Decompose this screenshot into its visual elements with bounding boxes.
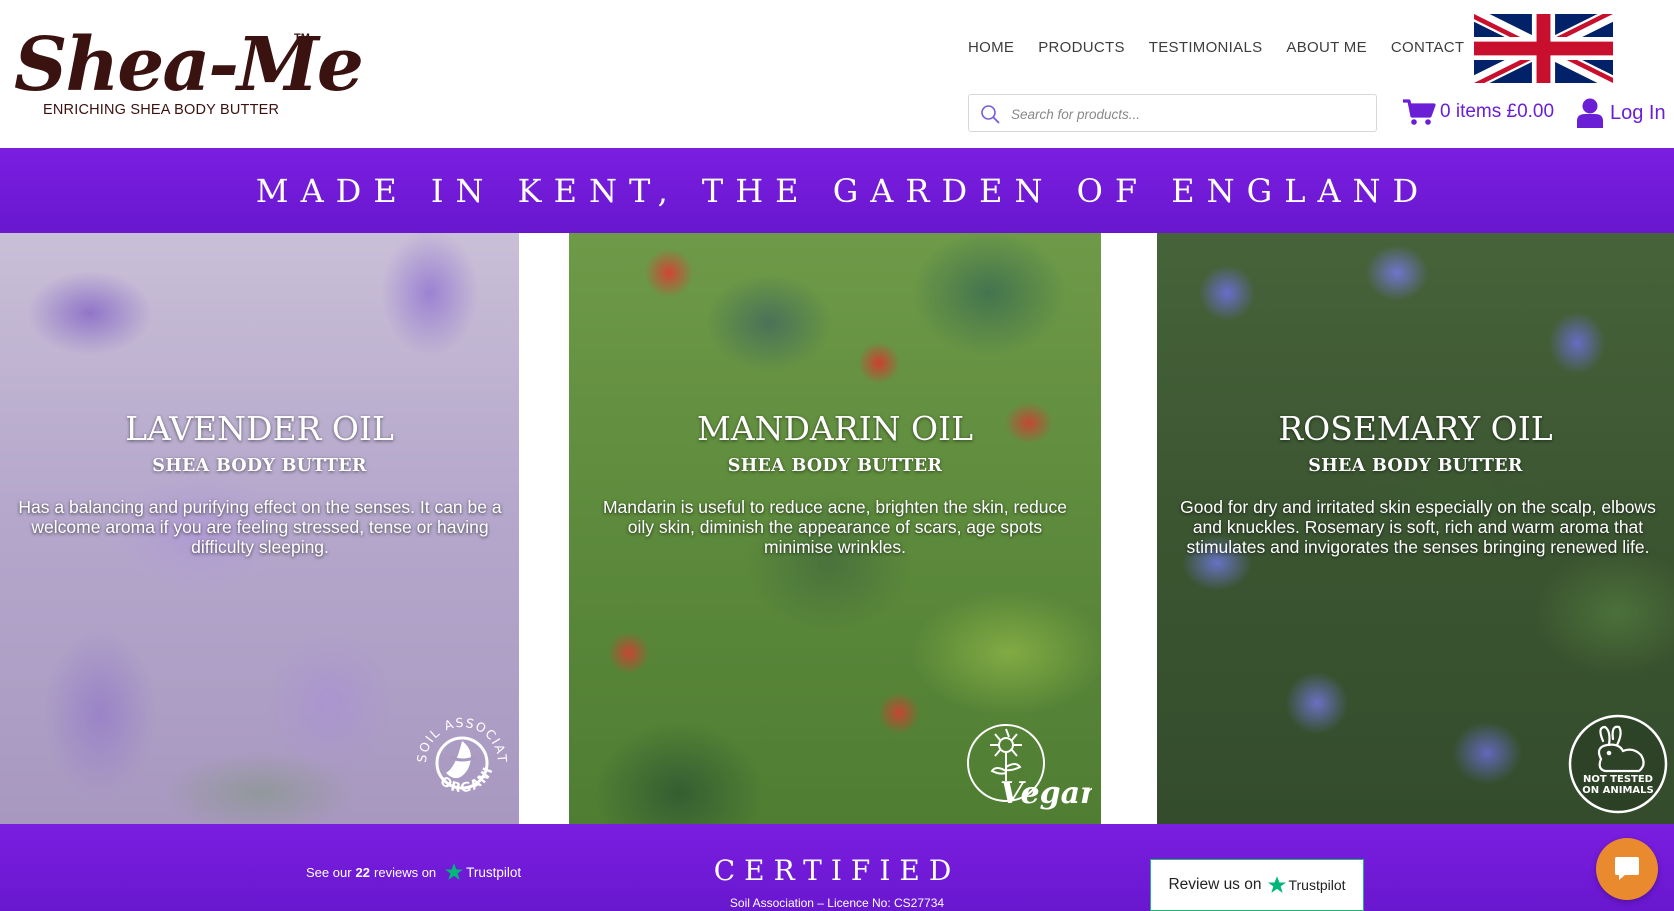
search-input[interactable] (1009, 97, 1373, 131)
product-search (968, 94, 1377, 132)
brand-logo[interactable]: Shea-Me TM ENRICHING SHEA BODY BUTTER (14, 26, 364, 122)
search-icon[interactable] (980, 104, 1000, 124)
product-description: Good for dry and irritated skin especial… (1180, 497, 1656, 557)
badge-line-1: NOT TESTED (1583, 774, 1653, 785)
main-nav: HOME PRODUCTS TESTIMONIALS ABOUT ME CONT… (968, 39, 1488, 59)
logo-tagline: ENRICHING SHEA BODY BUTTER (43, 102, 280, 118)
badge-line-2: ON ANIMALS (1582, 785, 1653, 796)
trustpilot-star-icon (1268, 876, 1287, 893)
product-panel-rosemary[interactable]: ROSEMARY OIL SHEA BODY BUTTER Good for d… (1157, 233, 1674, 824)
review-us-button[interactable]: Review us on Trustpilot (1150, 859, 1364, 911)
tagline-banner: MADE IN KENT, THE GARDEN OF ENGLAND (0, 148, 1674, 233)
product-title: LAVENDER OIL (125, 409, 394, 448)
product-title: ROSEMARY OIL (1278, 409, 1553, 448)
product-subtitle: SHEA BODY BUTTER (727, 456, 943, 476)
not-tested-on-animals-rabbit-icon: NOT TESTED ON ANIMALS (1568, 714, 1668, 814)
user-icon (1577, 98, 1603, 128)
product-panel-lavender[interactable]: LAVENDER OIL SHEA BODY BUTTER Has a bala… (0, 233, 519, 824)
product-subtitle: SHEA BODY BUTTER (1308, 456, 1523, 476)
banner-text: MADE IN KENT, THE GARDEN OF ENGLAND (255, 171, 1431, 210)
nav-item-home[interactable]: HOME (968, 39, 1014, 59)
site-header: Shea-Me TM ENRICHING SHEA BODY BUTTER HO… (0, 0, 1674, 148)
vegan-sunflower-icon: Vegan (967, 724, 1092, 811)
review-button-label: Review us on (1168, 876, 1262, 893)
cart-summary: 0 items £0.00 (1440, 101, 1555, 122)
product-description: Mandarin is useful to reduce acne, brigh… (602, 497, 1068, 557)
cart-icon (1403, 99, 1436, 125)
licence-number: Soil Association – Licence No: CS27734 (729, 896, 945, 910)
product-subtitle: SHEA BODY BUTTER (152, 456, 367, 476)
nav-item-contact[interactable]: CONTACT (1391, 39, 1464, 59)
product-description: Has a balancing and purifying effect on … (18, 497, 502, 557)
login-link[interactable]: Log In (1576, 98, 1666, 128)
trademark-symbol: TM (294, 32, 310, 44)
badge-text: Vegan (1000, 776, 1092, 811)
uk-flag-icon[interactable] (1474, 14, 1613, 83)
login-label: Log In (1610, 101, 1666, 124)
chat-bubble-icon (1615, 857, 1639, 880)
soil-association-organic-icon: SOIL ASSOCIATION ORGANIC (410, 711, 509, 796)
product-title: MANDARIN OIL (696, 409, 974, 448)
product-panel-mandarin[interactable]: MANDARIN OIL SHEA BODY BUTTER Mandarin i… (569, 233, 1101, 824)
chat-launcher-button[interactable] (1596, 838, 1658, 900)
review-button-brand: Trustpilot (1288, 877, 1346, 893)
nav-item-products[interactable]: PRODUCTS (1038, 39, 1125, 59)
certified-heading: CERTIFIED (713, 854, 961, 887)
certification-band: See our 22 reviews on Trustpilot CERTIFI… (0, 824, 1674, 911)
nav-item-about-me[interactable]: ABOUT ME (1286, 39, 1366, 59)
product-panels: LAVENDER OIL SHEA BODY BUTTER Has a bala… (0, 233, 1674, 824)
nav-item-testimonials[interactable]: TESTIMONIALS (1149, 39, 1263, 59)
cart-link[interactable]: 0 items £0.00 (1402, 98, 1554, 126)
